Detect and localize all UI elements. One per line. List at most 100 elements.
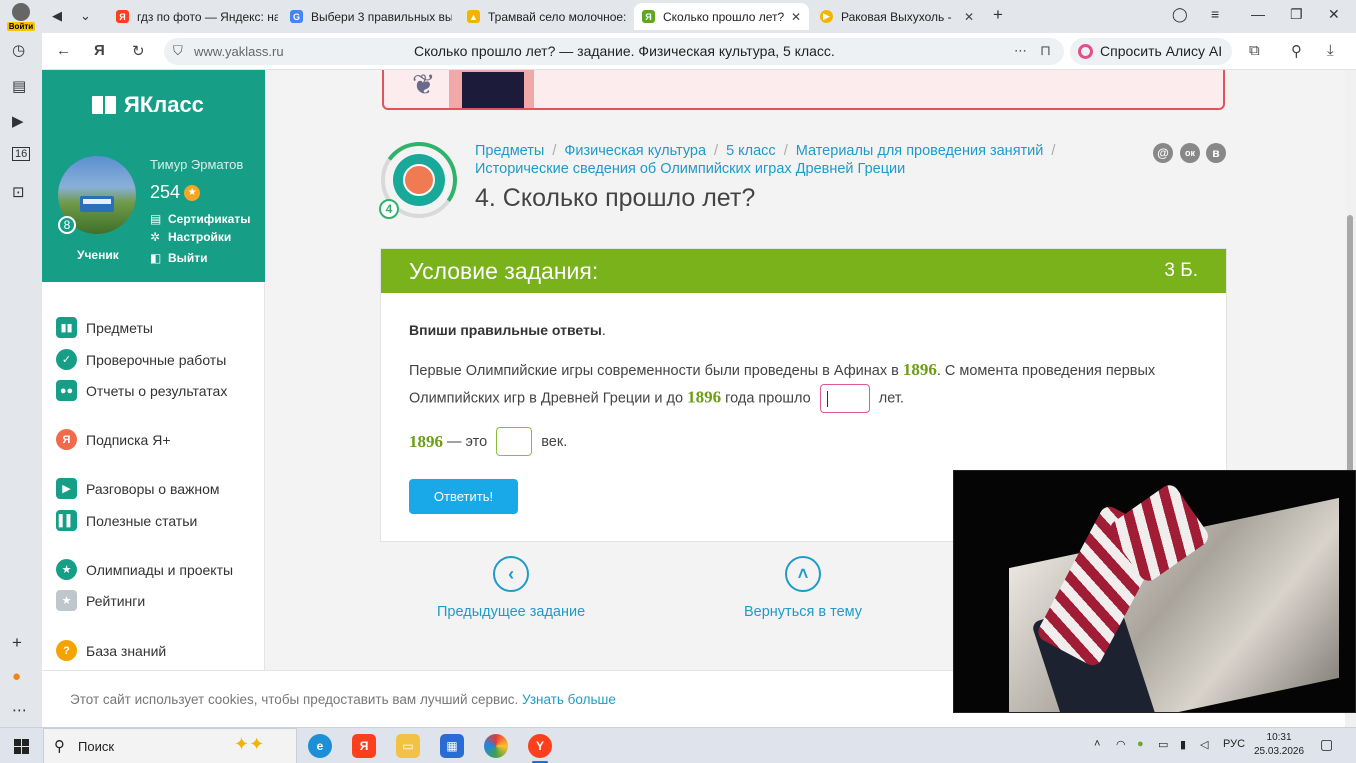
breadcrumb-item[interactable]: 5 класс (726, 143, 776, 159)
menu-label: Рейтинги (86, 592, 146, 609)
tab-0[interactable]: Я гдз по фото — Яндекс: на (108, 3, 278, 30)
mail-share-icon[interactable]: @ (1153, 143, 1173, 163)
tab-title: Трамвай село молочное: (488, 9, 627, 24)
sparkle-icon[interactable]: ✦✦ (234, 734, 264, 755)
promo-banner[interactable]: ❦ (382, 70, 1225, 110)
close-tab-icon[interactable]: ✕ (964, 10, 974, 24)
chrome-app-icon[interactable] (484, 734, 508, 758)
chevron-down-icon[interactable]: ⌄ (80, 8, 91, 24)
minimize-icon[interactable]: — (1251, 6, 1265, 22)
sidebar-item-tests[interactable]: ✓ Проверочные работы (56, 349, 226, 370)
more-icon[interactable]: ⋯ (12, 701, 27, 719)
restore-icon[interactable]: ❐ (1290, 6, 1303, 23)
extensions-icon[interactable]: ⚲ (1291, 42, 1302, 60)
back-icon[interactable]: ← (56, 42, 71, 59)
url-field[interactable]: ⛉ www.yaklass.ru Сколько прошло лет? — з… (164, 38, 1064, 65)
add-panel-icon[interactable]: + (12, 633, 22, 653)
notifications-icon[interactable]: ▢ (1320, 736, 1333, 753)
store-app-icon[interactable]: ▦ (440, 734, 464, 758)
site-info-icon[interactable]: ⛉ (173, 43, 183, 59)
breadcrumb-item[interactable]: Исторические сведения об Олимпийских игр… (475, 161, 905, 177)
tab-title: Выбери 3 правильных вы (311, 9, 452, 24)
user-points: 254 ★ (150, 182, 201, 203)
task-header-title: Условие задания: (409, 258, 599, 284)
yandex-browser-app-icon[interactable]: Y (528, 734, 552, 763)
sidebar-item-ratings[interactable]: ★ Рейтинги (56, 590, 145, 611)
microphone-icon[interactable]: ▮ (1180, 738, 1186, 751)
close-window-icon[interactable]: ✕ (1328, 6, 1340, 23)
language-indicator[interactable]: РУС (1223, 738, 1245, 750)
medal-icon: ★ (56, 559, 77, 580)
new-tab-icon[interactable]: + (993, 5, 1003, 25)
yaplus-icon: Я (56, 429, 77, 450)
task-card-header: Условие задания: 3 Б. (381, 249, 1226, 293)
wifi-icon[interactable]: ◠ (1116, 738, 1126, 751)
notes-icon[interactable]: ▤ (12, 77, 26, 95)
settings-link[interactable]: ✲ Настройки (150, 230, 231, 244)
tab-4[interactable]: ▶ Раковая Выхухоль - ✕ (812, 3, 982, 30)
breadcrumb-item[interactable]: Физическая культура (564, 143, 706, 159)
cookie-learn-more-link[interactable]: Узнать больше (522, 692, 616, 707)
close-tab-icon[interactable]: ✕ (791, 10, 801, 24)
logout-link[interactable]: ◧ Выйти (150, 251, 208, 265)
reload-icon[interactable]: ↻ (132, 42, 145, 60)
tab-2[interactable]: ▲ Трамвай село молочное: (459, 3, 629, 30)
battery-icon[interactable]: ▭ (1158, 738, 1168, 751)
yandex-app-icon[interactable]: Я (352, 734, 376, 758)
clock[interactable]: 10:31 25.03.2026 (1254, 731, 1304, 759)
profile-button[interactable]: Войти (0, 0, 42, 33)
alice-icon[interactable]: ● (12, 668, 21, 685)
prev-task-button[interactable]: ‹ Предыдущее задание (437, 556, 585, 620)
page-title: 4. Сколько прошло лет? (475, 184, 756, 212)
sidebar-item-olympiads[interactable]: ★ Олимпиады и проекты (56, 559, 233, 580)
breadcrumb-item[interactable]: Предметы (475, 143, 544, 159)
answer-input-century[interactable] (496, 427, 533, 456)
bookmarks-icon[interactable]: ⧉ (1249, 42, 1260, 59)
yandex-icon[interactable]: Я (94, 42, 105, 59)
chevron-up-icon[interactable]: ˄ (1094, 738, 1100, 750)
sidebar-item-subscription[interactable]: Я Подписка Я+ (56, 429, 171, 450)
more-icon[interactable]: ⋯ (1014, 43, 1027, 59)
search-icon: ⚲ (54, 738, 65, 755)
ask-alice-button[interactable]: Спросить Алису AI (1070, 38, 1233, 65)
downloads-icon[interactable]: ⤓ (1327, 42, 1334, 59)
year-value: 1896 (687, 387, 722, 407)
vk-share-icon[interactable]: в (1206, 143, 1226, 163)
certificates-link[interactable]: ▤ Сертификаты (150, 212, 250, 226)
account-icon[interactable]: ◯ (1172, 6, 1188, 23)
speaker-icon[interactable]: ◁ (1200, 738, 1208, 751)
edge-app-icon[interactable]: e (308, 734, 332, 758)
points-value: 254 (150, 182, 181, 202)
chevron-left-icon: ‹ (493, 556, 530, 592)
user-name[interactable]: Тимур Эрматов (150, 157, 243, 172)
sidebar-item-subjects[interactable]: ▮▮ Предметы (56, 317, 153, 338)
level-badge: 8 (58, 216, 76, 234)
yaklass-logo[interactable]: ЯКласс (92, 92, 204, 118)
question-text: — это (443, 433, 492, 450)
windows-start-icon[interactable] (14, 739, 29, 754)
sidebar-item-talks[interactable]: ▶ Разговоры о важном (56, 478, 220, 499)
sidebar-item-knowledge[interactable]: ? База знаний (56, 640, 166, 661)
speaker-icon[interactable]: ◀ (52, 8, 62, 24)
player-icon[interactable]: ▶ (12, 112, 24, 130)
picture-in-picture-video[interactable] (953, 470, 1356, 713)
tab-1[interactable]: G Выбери 3 правильных вы (282, 3, 452, 30)
history-icon[interactable]: ◷ (12, 41, 25, 59)
breadcrumb-item[interactable]: Материалы для проведения занятий (796, 143, 1044, 159)
screenshot-icon[interactable]: ⊡ (12, 183, 25, 201)
tab-active[interactable]: Я Сколько прошло лет? ✕ (634, 3, 809, 30)
submit-button[interactable]: Ответить! (409, 479, 518, 514)
ok-share-icon[interactable]: ок (1180, 143, 1200, 163)
breadcrumb: Предметы / Физическая культура/5 класс / Мат… (475, 143, 1056, 177)
answer-input-years[interactable] (819, 384, 870, 413)
yandex-disk-icon[interactable]: ● (1137, 738, 1144, 750)
menu-icon[interactable]: ≡ (1211, 6, 1219, 22)
sidebar-item-reports[interactable]: ●● Отчеты о результатах (56, 380, 227, 401)
back-to-topic-button[interactable]: ˄ Вернуться в тему (744, 556, 862, 620)
sidebar-item-articles[interactable]: ▌▌ Полезные статьи (56, 510, 197, 531)
browser-tab-bar: Войти ◀ ⌄ Я гдз по фото — Яндекс: на G В… (0, 0, 1356, 33)
calendar-icon[interactable]: 16 (12, 147, 31, 161)
explorer-app-icon[interactable]: ▭ (396, 734, 420, 758)
leaf-icon: ❦ (412, 70, 436, 100)
bookmark-icon[interactable]: ⊓ (1040, 42, 1051, 59)
